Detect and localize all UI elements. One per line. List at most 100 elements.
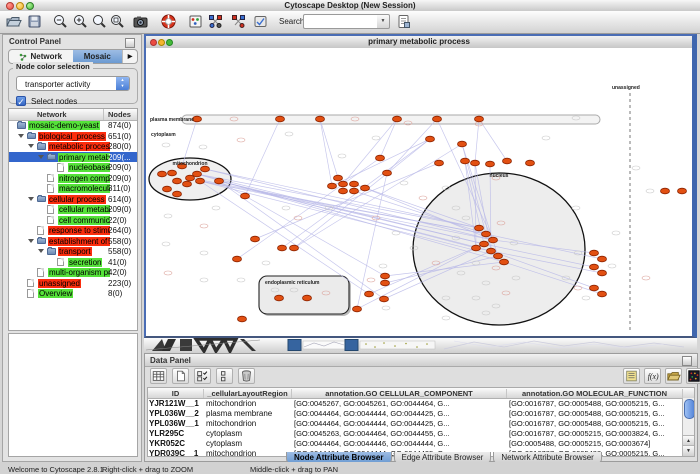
graph-node[interactable] [339, 181, 348, 187]
graph-node[interactable] [461, 158, 470, 164]
open-file-icon[interactable] [5, 13, 22, 30]
expand-arrow-icon[interactable] [28, 197, 34, 201]
vizmapper-a-icon[interactable] [207, 13, 224, 30]
node-color-combobox[interactable]: transporter activity ▲▼ [16, 76, 130, 91]
graph-node[interactable] [426, 136, 435, 142]
expand-arrow-icon[interactable] [38, 155, 44, 159]
attribute-table-icon[interactable] [150, 368, 167, 384]
tree-row-mosaic-demo-yeast[interactable]: mosaic-demo-yeast874(0) [9, 120, 137, 131]
graph-node[interactable] [361, 185, 370, 191]
graph-node[interactable] [435, 160, 444, 166]
tree-row-nitrogen-compou[interactable]: nitrogen compou209(0) [9, 173, 137, 184]
graph-node[interactable] [590, 285, 599, 291]
table-row[interactable]: YKR052Ccytoplasm[GO:0044464, GO:0044446,… [148, 438, 694, 448]
graph-node[interactable] [303, 295, 312, 301]
tree-row-transport[interactable]: transport558(0) [9, 246, 137, 257]
graph-node[interactable] [193, 171, 202, 177]
graph-node[interactable] [383, 170, 392, 176]
graph-node[interactable] [598, 270, 607, 276]
graph-node[interactable] [475, 225, 484, 231]
graph-node[interactable] [590, 250, 599, 256]
graph-node[interactable] [500, 259, 509, 265]
graph-node[interactable] [487, 248, 496, 254]
graph-node[interactable] [678, 188, 687, 194]
data-panel-float-icon[interactable] [682, 356, 692, 366]
graph-node[interactable] [168, 170, 177, 176]
scroll-down-button[interactable]: ▼ [683, 445, 694, 456]
graph-node[interactable] [173, 178, 182, 184]
tree-row-macromolecule[interactable]: macromolecule311(0) [9, 183, 137, 194]
graph-node[interactable] [503, 158, 512, 164]
graph-node[interactable] [526, 160, 535, 166]
help-lifering-icon[interactable] [160, 13, 177, 30]
graph-node[interactable] [471, 160, 480, 166]
graph-node[interactable] [598, 256, 607, 262]
plugin-settings-icon[interactable] [252, 13, 269, 30]
unselect-attributes-icon[interactable] [216, 368, 233, 384]
import-attributes-icon[interactable] [665, 368, 682, 384]
graph-node[interactable] [381, 280, 390, 286]
tree-row-metabolic-process[interactable]: metabolic process280(0) [9, 141, 137, 152]
graph-node[interactable] [238, 316, 247, 322]
expand-arrow-icon[interactable] [28, 239, 34, 243]
graph-node[interactable] [163, 186, 172, 192]
tree-row-establishment-of-lo[interactable]: establishment of lo558(0) [9, 236, 137, 247]
graph-node[interactable] [353, 306, 362, 312]
graph-node[interactable] [458, 141, 467, 147]
graph-node[interactable] [350, 181, 359, 187]
graph-node[interactable] [316, 116, 325, 122]
zoom-fit-icon[interactable] [109, 13, 126, 30]
graph-node[interactable] [472, 245, 481, 251]
save-session-icon[interactable] [26, 13, 43, 30]
graph-node[interactable] [433, 116, 442, 122]
graph-node[interactable] [489, 237, 498, 243]
scrollbar-thumb[interactable] [684, 399, 695, 419]
tree-row-unassigned[interactable]: unassigned223(0) [9, 278, 137, 289]
tree-row-multi-organism-pro[interactable]: multi-organism pro42(0) [9, 267, 137, 278]
attribute-editor-icon[interactable] [623, 368, 640, 384]
table-row[interactable]: YLR295Ccytoplasm[GO:0045263, GO:0044464,… [148, 428, 694, 438]
graph-node[interactable] [661, 188, 670, 194]
tree-row-primary-metabolic[interactable]: primary metabolic209(... [9, 152, 137, 163]
graph-node[interactable] [380, 296, 389, 302]
tree-row-response-to-stimulu[interactable]: response to stimulu264(0) [9, 225, 137, 236]
graph-node[interactable] [201, 166, 210, 172]
tree-row-secretion[interactable]: secretion41(0) [9, 257, 137, 268]
graph-node[interactable] [275, 295, 284, 301]
graph-node[interactable] [365, 291, 374, 297]
birds-eye-view-panel[interactable] [8, 333, 138, 457]
table-row[interactable]: YPL036W__2plasma membrane[GO:0044464, GO… [148, 408, 694, 418]
tree-row-cell-communicat[interactable]: cell communicat22(0) [9, 215, 137, 226]
tree-row-overview[interactable]: Overview8(0) [9, 288, 137, 299]
annotation-palette-icon[interactable] [187, 13, 204, 30]
graph-node[interactable] [598, 291, 607, 297]
graph-node[interactable] [339, 188, 348, 194]
graph-node[interactable] [173, 191, 182, 197]
zoom-selected-region-icon[interactable] [91, 13, 108, 30]
function-builder-icon[interactable]: f(x) [644, 368, 661, 384]
graph-node[interactable] [328, 183, 337, 189]
graph-node[interactable] [475, 116, 484, 122]
graph-node[interactable] [381, 273, 390, 279]
attribute-browser-icon[interactable] [395, 13, 412, 30]
graph-node[interactable] [590, 264, 599, 270]
snapshot-camera-icon[interactable] [132, 13, 149, 30]
float-panel-icon[interactable] [125, 38, 135, 48]
table-scrollbar[interactable]: ▲ ▼ [682, 398, 694, 456]
vizmapper-b-icon[interactable] [230, 13, 247, 30]
delete-attribute-icon[interactable] [238, 368, 255, 384]
expand-arrow-icon[interactable] [18, 134, 24, 138]
graph-node[interactable] [290, 245, 299, 251]
graph-node[interactable] [196, 178, 205, 184]
graph-node[interactable] [494, 253, 503, 259]
tab-overflow-arrow[interactable]: ▶ [122, 50, 137, 63]
graph-node[interactable] [251, 236, 260, 242]
graph-node[interactable] [183, 181, 192, 187]
search-dropdown-arrow[interactable]: ▼ [377, 14, 390, 29]
select-nodes-checkbox[interactable]: ✓ [16, 96, 26, 106]
tree-row-biological-process[interactable]: biological_process651(0) [9, 131, 137, 142]
graph-node[interactable] [350, 188, 359, 194]
graph-node[interactable] [278, 245, 287, 251]
graph-node[interactable] [376, 155, 385, 161]
graph-node[interactable] [215, 178, 224, 184]
